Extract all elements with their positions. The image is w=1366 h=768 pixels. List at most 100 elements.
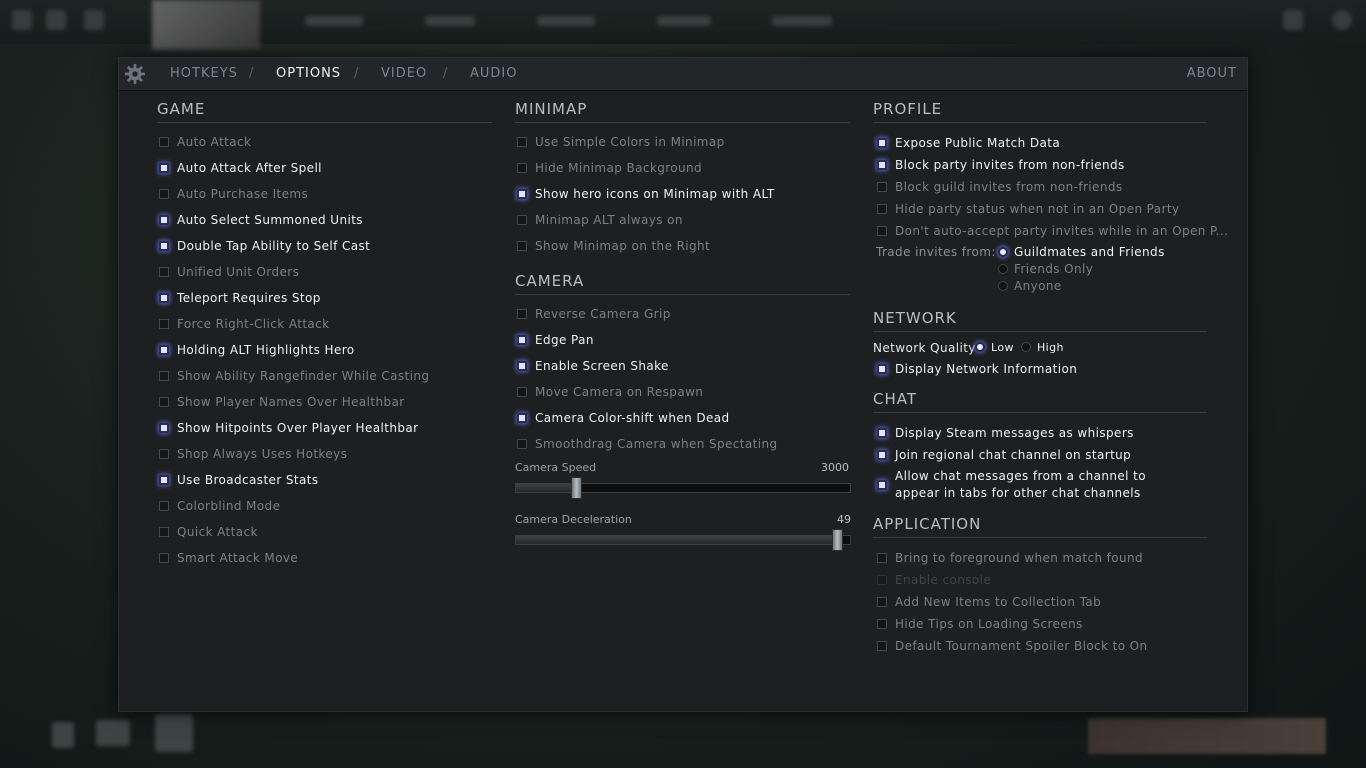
auto-attack-option[interactable]: Auto Attack <box>159 133 251 151</box>
hide-party-status-when-not-in-an-open-party-option[interactable]: Hide party status when not in an Open Pa… <box>877 200 1179 218</box>
auto-select-summoned-units-option[interactable]: Auto Select Summoned Units <box>159 211 363 229</box>
checkbox[interactable] <box>159 137 169 147</box>
checkbox[interactable] <box>159 449 169 459</box>
checkbox[interactable] <box>159 553 169 563</box>
checkbox[interactable] <box>517 241 527 251</box>
camera-color-shift-when-dead-option[interactable]: Camera Color-shift when Dead <box>517 409 730 427</box>
smart-attack-move-option[interactable]: Smart Attack Move <box>159 549 298 567</box>
checkbox[interactable] <box>517 335 527 345</box>
force-right-click-attack-option[interactable]: Force Right-Click Attack <box>159 315 330 333</box>
quick-attack-option[interactable]: Quick Attack <box>159 523 258 541</box>
blurred-nav-item <box>537 16 595 26</box>
hide-minimap-background-option[interactable]: Hide Minimap Background <box>517 159 702 177</box>
smoothdrag-camera-when-spectating-option[interactable]: Smoothdrag Camera when Spectating <box>517 435 778 453</box>
add-new-items-to-collection-tab-option[interactable]: Add New Items to Collection Tab <box>877 593 1101 611</box>
move-camera-on-respawn-option[interactable]: Move Camera on Respawn <box>517 383 703 401</box>
checkbox[interactable] <box>159 241 169 251</box>
show-minimap-on-the-right-option[interactable]: Show Minimap on the Right <box>517 237 710 255</box>
expose-public-match-data-option[interactable]: Expose Public Match Data <box>877 134 1060 152</box>
show-hero-icons-on-minimap-with-alt-option[interactable]: Show hero icons on Minimap with ALT <box>517 185 775 203</box>
use-broadcaster-stats-option[interactable]: Use Broadcaster Stats <box>159 471 319 489</box>
checkbox[interactable] <box>877 641 887 651</box>
camera-deceleration-slider[interactable] <box>515 529 851 551</box>
checkbox[interactable] <box>159 397 169 407</box>
checkbox[interactable] <box>877 204 887 214</box>
checkbox[interactable] <box>159 189 169 199</box>
holding-alt-highlights-hero-option[interactable]: Holding ALT Highlights Hero <box>159 341 355 359</box>
colorblind-mode-option[interactable]: Colorblind Mode <box>159 497 280 515</box>
tab-audio[interactable]: AUDIO <box>470 66 518 81</box>
checkbox[interactable] <box>517 413 527 423</box>
checkbox[interactable] <box>517 163 527 173</box>
hide-tips-on-loading-screens-option[interactable]: Hide Tips on Loading Screens <box>877 615 1083 633</box>
checkbox[interactable] <box>877 364 887 374</box>
checkbox[interactable] <box>159 345 169 355</box>
block-party-invites-from-non-friends-option[interactable]: Block party invites from non-friends <box>877 156 1125 174</box>
reverse-camera-grip-option[interactable]: Reverse Camera Grip <box>517 305 671 323</box>
block-guild-invites-from-non-friends-option[interactable]: Block guild invites from non-friends <box>877 178 1123 196</box>
teleport-requires-stop-option[interactable]: Teleport Requires Stop <box>159 289 321 307</box>
checkbox[interactable] <box>159 319 169 329</box>
checkbox[interactable] <box>517 137 527 147</box>
checkbox[interactable] <box>517 309 527 319</box>
edge-pan-option[interactable]: Edge Pan <box>517 331 594 349</box>
tab-options[interactable]: OPTIONS <box>276 66 341 81</box>
checkbox[interactable] <box>877 553 887 563</box>
trade-option-friends-only[interactable]: Friends Only <box>998 260 1093 278</box>
auto-purchase-items-option[interactable]: Auto Purchase Items <box>159 185 308 203</box>
show-hitpoints-over-player-healthbar-option[interactable]: Show Hitpoints Over Player Healthbar <box>159 419 418 437</box>
trade-option-guildmates-and-friends[interactable]: Guildmates and Friends <box>998 243 1165 261</box>
display-steam-messages-as-whispers-option[interactable]: Display Steam messages as whispers <box>877 424 1134 442</box>
checkbox[interactable] <box>877 138 887 148</box>
checkbox[interactable] <box>877 480 887 490</box>
double-tap-ability-to-self-cast-option[interactable]: Double Tap Ability to Self Cast <box>159 237 370 255</box>
tab-video[interactable]: VIDEO <box>381 66 427 81</box>
show-ability-rangefinder-while-casting-option[interactable]: Show Ability Rangefinder While Casting <box>159 367 429 385</box>
checkbox[interactable] <box>877 597 887 607</box>
join-regional-chat-channel-on-startup-option[interactable]: Join regional chat channel on startup <box>877 446 1131 464</box>
gear-icon[interactable] <box>123 63 147 85</box>
unified-unit-orders-option[interactable]: Unified Unit Orders <box>159 263 299 281</box>
auto-attack-after-spell-option[interactable]: Auto Attack After Spell <box>159 159 322 177</box>
checkbox[interactable] <box>877 619 887 629</box>
tab-about[interactable]: ABOUT <box>1187 66 1237 81</box>
slider-thumb[interactable] <box>571 477 583 499</box>
option-label: Holding ALT Highlights Hero <box>177 343 355 357</box>
checkbox[interactable] <box>159 215 169 225</box>
show-player-names-over-healthbar-option[interactable]: Show Player Names Over Healthbar <box>159 393 405 411</box>
checkbox[interactable] <box>517 189 527 199</box>
camera-speed-slider[interactable] <box>515 477 851 499</box>
checkbox[interactable] <box>159 527 169 537</box>
trade-option-anyone[interactable]: Anyone <box>998 277 1062 295</box>
checkbox[interactable] <box>877 160 887 170</box>
allow-chat-messages-from-a-channel-to-appear-in-tabs-for-other-chat-channels-option[interactable]: Allow chat messages from a channel to ap… <box>877 468 1187 502</box>
checkbox[interactable] <box>159 163 169 173</box>
checkbox[interactable] <box>159 371 169 381</box>
checkbox[interactable] <box>517 439 527 449</box>
checkbox[interactable] <box>159 475 169 485</box>
checkbox[interactable] <box>877 182 887 192</box>
display-network-information-option[interactable]: Display Network Information <box>877 360 1077 378</box>
network-quality-high[interactable]: High <box>1021 338 1064 356</box>
checkbox[interactable] <box>877 428 887 438</box>
checkbox[interactable] <box>159 501 169 511</box>
slider-thumb[interactable] <box>831 529 843 551</box>
checkbox[interactable] <box>517 361 527 371</box>
use-simple-colors-in-minimap-option[interactable]: Use Simple Colors in Minimap <box>517 133 725 151</box>
enable-screen-shake-option[interactable]: Enable Screen Shake <box>517 357 669 375</box>
shop-always-uses-hotkeys-option[interactable]: Shop Always Uses Hotkeys <box>159 445 347 463</box>
checkbox[interactable] <box>159 423 169 433</box>
default-tournament-spoiler-block-to-on-option[interactable]: Default Tournament Spoiler Block to On <box>877 637 1148 655</box>
minimap-alt-always-on-option[interactable]: Minimap ALT always on <box>517 211 683 229</box>
checkbox <box>877 575 887 585</box>
checkbox[interactable] <box>517 387 527 397</box>
checkbox[interactable] <box>877 450 887 460</box>
tab-hotkeys[interactable]: HOTKEYS <box>170 66 238 81</box>
checkbox[interactable] <box>159 267 169 277</box>
checkbox[interactable] <box>517 215 527 225</box>
network-quality-low[interactable]: Low <box>975 338 1014 356</box>
don-t-auto-accept-party-invites-while-in-an-open-p-option[interactable]: Don't auto-accept party invites while in… <box>877 222 1228 240</box>
checkbox[interactable] <box>877 226 887 236</box>
checkbox[interactable] <box>159 293 169 303</box>
bring-to-foreground-when-match-found-option[interactable]: Bring to foreground when match found <box>877 549 1143 567</box>
